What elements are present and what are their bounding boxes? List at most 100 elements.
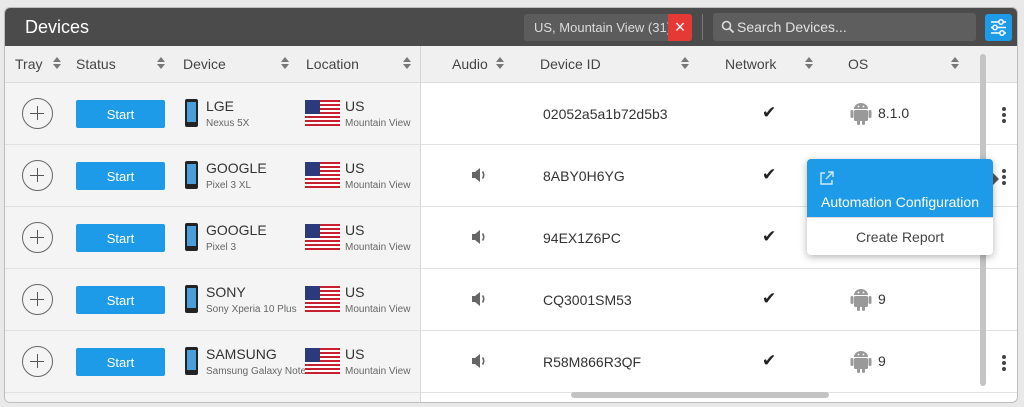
- speaker-icon[interactable]: [469, 227, 489, 247]
- column-header-audio[interactable]: Audio: [452, 56, 488, 72]
- device-model: Pixel 3 XL: [206, 180, 252, 191]
- location-country: US: [345, 346, 365, 362]
- android-icon: [850, 351, 872, 373]
- device-id: 8ABY0H6YG: [543, 168, 625, 184]
- automation-configuration-item[interactable]: Automation Configuration: [807, 159, 993, 217]
- add-to-tray-icon[interactable]: [22, 98, 53, 129]
- location-country: US: [345, 98, 365, 114]
- network-check-icon: ✔: [762, 227, 777, 246]
- us-flag-icon: [305, 348, 340, 374]
- device-brand: GOOGLE: [206, 222, 267, 238]
- start-button[interactable]: Start: [76, 286, 165, 314]
- clear-filter-icon[interactable]: ×: [668, 14, 692, 41]
- us-flag-icon: [305, 286, 340, 312]
- sort-icon[interactable]: [157, 57, 165, 70]
- more-actions-icon[interactable]: [996, 353, 1012, 373]
- sort-icon[interactable]: [53, 57, 61, 70]
- start-button[interactable]: Start: [76, 162, 165, 190]
- os-version: 9: [878, 291, 886, 307]
- page-title: Devices: [25, 17, 90, 37]
- os-version: 9: [878, 353, 886, 369]
- location-country: US: [345, 160, 365, 176]
- network-check-icon: ✔: [762, 289, 777, 308]
- filter-settings-button[interactable]: [985, 14, 1012, 41]
- column-header-device[interactable]: Device: [183, 56, 226, 72]
- network-check-icon: ✔: [762, 351, 777, 370]
- popup-pointer: [993, 173, 999, 185]
- filter-label: US, Mountain View (31): [534, 20, 672, 35]
- sort-icon[interactable]: [403, 57, 411, 70]
- column-header-device-id[interactable]: Device ID: [540, 56, 601, 72]
- location-city: Mountain View: [345, 180, 411, 191]
- android-icon: [850, 103, 872, 125]
- device-id: CQ3001SM53: [543, 292, 632, 308]
- column-header-os[interactable]: OS: [848, 56, 868, 72]
- table-row: Start SAMSUNG Samsung Galaxy Note US Mou…: [5, 331, 1017, 393]
- android-icon: [850, 289, 872, 311]
- search-input[interactable]: [737, 13, 969, 41]
- column-header-tray[interactable]: Tray: [15, 56, 42, 72]
- location-city: Mountain View: [345, 242, 411, 253]
- device-model: Samsung Galaxy Note: [206, 366, 307, 377]
- sort-icon[interactable]: [951, 57, 959, 70]
- search-icon: [721, 20, 735, 34]
- location-country: US: [345, 222, 365, 238]
- device-brand: LGE: [206, 98, 235, 114]
- us-flag-icon: [305, 224, 340, 250]
- phone-icon: [185, 223, 198, 251]
- device-id: R58M866R3QF: [543, 354, 642, 370]
- speaker-icon[interactable]: [469, 165, 489, 185]
- device-model: Pixel 3: [206, 242, 237, 253]
- table-row: Start LGE Nexus 5X US Mountain View 0205…: [5, 83, 1017, 145]
- device-brand: GOOGLE: [206, 160, 267, 176]
- network-check-icon: ✔: [762, 103, 777, 122]
- column-header-status[interactable]: Status: [76, 56, 116, 72]
- os-version: 8.1.0: [878, 105, 910, 121]
- toolbar-divider: [702, 14, 703, 40]
- column-header-location[interactable]: Location: [306, 56, 359, 72]
- table-header: Tray Status Device Location Audio Device…: [5, 46, 1017, 83]
- horizontal-scrollbar[interactable]: [571, 392, 829, 398]
- location-city: Mountain View: [345, 304, 411, 315]
- automation-configuration-label: Automation Configuration: [821, 194, 979, 210]
- network-check-icon: ✔: [762, 165, 777, 184]
- start-button[interactable]: Start: [76, 224, 165, 252]
- start-button[interactable]: Start: [76, 348, 165, 376]
- sliders-icon: [991, 19, 1006, 36]
- start-button[interactable]: Start: [76, 100, 165, 128]
- speaker-icon[interactable]: [469, 289, 489, 309]
- column-header-network[interactable]: Network: [725, 56, 776, 72]
- sort-icon[interactable]: [496, 57, 504, 70]
- add-to-tray-icon[interactable]: [22, 346, 53, 377]
- sort-icon[interactable]: [681, 57, 689, 70]
- add-to-tray-icon[interactable]: [22, 284, 53, 315]
- table-row: Start SONY Sony Xperia 10 Plus US Mounta…: [5, 269, 1017, 331]
- phone-icon: [185, 99, 198, 127]
- speaker-icon[interactable]: [469, 351, 489, 371]
- sort-icon[interactable]: [805, 57, 813, 70]
- phone-icon: [185, 161, 198, 189]
- more-actions-icon[interactable]: [996, 105, 1012, 125]
- devices-panel: Devices US, Mountain View (31) × Tr: [4, 7, 1018, 403]
- device-id: 94EX1Z6PC: [543, 230, 621, 246]
- create-report-item[interactable]: Create Report: [807, 217, 993, 255]
- us-flag-icon: [305, 162, 340, 188]
- add-to-tray-icon[interactable]: [22, 222, 53, 253]
- location-city: Mountain View: [345, 118, 411, 129]
- phone-icon: [185, 347, 198, 375]
- sort-icon[interactable]: [281, 57, 289, 70]
- device-model: Sony Xperia 10 Plus: [206, 304, 297, 315]
- add-to-tray-icon[interactable]: [22, 160, 53, 191]
- search-box[interactable]: [713, 13, 976, 41]
- device-brand: SAMSUNG: [206, 346, 277, 362]
- phone-icon: [185, 285, 198, 313]
- row-actions-menu: Automation Configuration Create Report: [807, 159, 993, 255]
- us-flag-icon: [305, 100, 340, 126]
- location-country: US: [345, 284, 365, 300]
- location-filter-chip[interactable]: US, Mountain View (31) ×: [524, 14, 692, 41]
- location-city: Mountain View: [345, 366, 411, 377]
- external-link-icon: [820, 171, 834, 185]
- title-bar: Devices US, Mountain View (31) ×: [5, 8, 1017, 46]
- device-id: 02052a5a1b72d5b3: [543, 106, 668, 122]
- device-brand: SONY: [206, 284, 246, 300]
